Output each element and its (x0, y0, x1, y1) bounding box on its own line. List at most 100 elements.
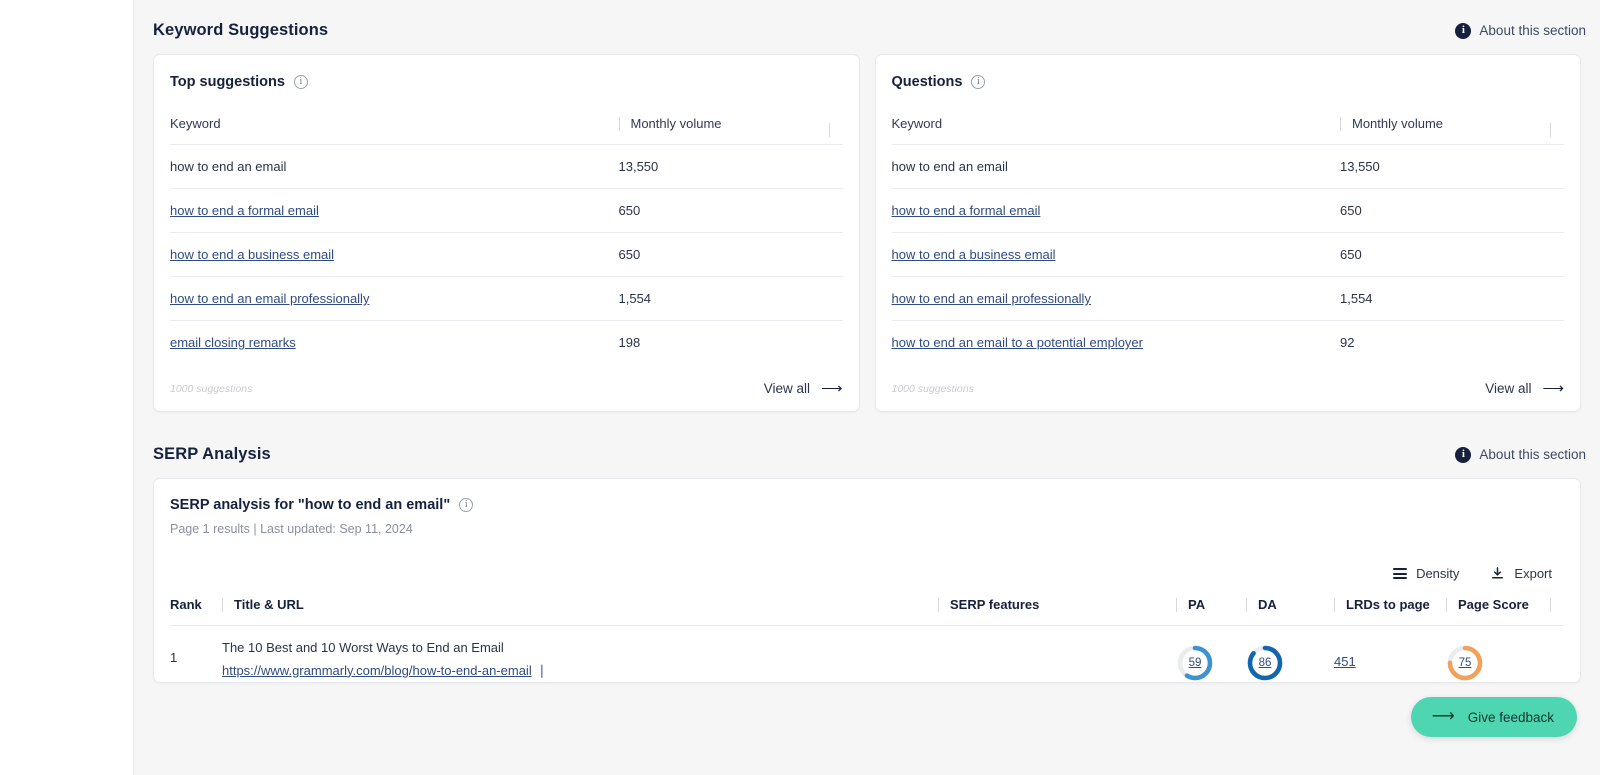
questions-body: how to end an email 13,550 how to end a … (891, 144, 1565, 365)
density-button[interactable]: Density (1393, 566, 1459, 581)
cell-keyword: how to end a business email (891, 232, 1340, 277)
table-row[interactable]: how to end a formal email 650 (170, 188, 843, 233)
give-feedback-label: Give feedback (1467, 709, 1554, 725)
column-header-keyword[interactable]: Keyword (170, 116, 619, 145)
serp-toolbar: Density Export (170, 566, 1564, 581)
about-label: About this section (1479, 23, 1586, 38)
cell-keyword: how to end an email professionally (170, 276, 619, 321)
cell-volume: 13,550 (1340, 144, 1550, 189)
keyword-link[interactable]: how to end a business email (892, 247, 1056, 262)
serp-analysis-card: SERP analysis for "how to end an email" … (153, 478, 1581, 683)
keyword-link[interactable]: how to end an email to a potential emplo… (892, 335, 1144, 350)
serp-results-table: Rank Title & URL SERP features PA DA LRD… (170, 597, 1564, 682)
questions-title-row: Questions i (892, 74, 1565, 90)
column-header-keyword[interactable]: Keyword (891, 116, 1340, 145)
top-suggestions-card: Top suggestions i Keyword Monthly volume (153, 54, 860, 412)
serp-header-row: Rank Title & URL SERP features PA DA LRD… (170, 597, 1564, 626)
main-content: Keyword Suggestions i About this section… (134, 0, 1600, 775)
keyword-link[interactable]: how to end a formal email (170, 203, 319, 218)
info-outline-icon[interactable]: i (459, 498, 474, 512)
column-header-page-score[interactable]: Page Score (1446, 597, 1550, 626)
keyword-suggestions-header: Keyword Suggestions i About this section (134, 21, 1600, 40)
table-header-row: Keyword Monthly volume (170, 116, 843, 145)
info-outline-icon[interactable]: i (971, 75, 986, 89)
keyword-link[interactable]: email closing remarks (170, 335, 296, 350)
cell-volume: 650 (1340, 232, 1550, 277)
keyword-link[interactable]: how to end an email professionally (170, 291, 369, 306)
density-icon (1393, 568, 1408, 579)
keyword-cards-row: Top suggestions i Keyword Monthly volume (134, 54, 1600, 412)
column-divider (1340, 116, 1341, 131)
table-row[interactable]: how to end an email professionally 1,554 (170, 276, 843, 321)
column-divider (222, 597, 223, 612)
table-row[interactable]: how to end a formal email 650 (891, 188, 1564, 233)
table-row[interactable]: 1 The 10 Best and 10 Worst Ways to End a… (170, 626, 1564, 683)
table-row[interactable]: how to end a business email 650 (170, 232, 843, 277)
column-divider (1550, 597, 1551, 612)
arrow-right-icon: ⟶ (1431, 708, 1455, 725)
table-row[interactable]: email closing remarks 198 (170, 321, 843, 365)
column-header-serp-features[interactable]: SERP features (938, 597, 1176, 626)
export-button[interactable]: Export (1490, 566, 1552, 581)
cell-volume: 198 (618, 335, 641, 350)
lrds-value[interactable]: 451 (1334, 654, 1356, 669)
column-header-endcap (1550, 116, 1564, 145)
column-header-title-url[interactable]: Title & URL (222, 597, 938, 626)
column-header-lrds[interactable]: LRDs to page (1334, 597, 1446, 626)
arrow-right-icon: ⟶ (1542, 380, 1564, 397)
external-link-icon[interactable]: ⎪ (538, 665, 546, 678)
about-this-section-keywords[interactable]: i About this section (1455, 22, 1586, 39)
page-score-value[interactable]: 75 (1446, 644, 1484, 682)
questions-table: Keyword Monthly volume how to end an ema… (891, 116, 1565, 365)
questions-title: Questions (891, 74, 963, 90)
cell-volume: 650 (1340, 188, 1550, 233)
cell-serp-features (938, 626, 1176, 683)
view-all-label: View all (763, 381, 810, 396)
cell-rank: 1 (170, 650, 178, 665)
cell-pa: 59 (1176, 626, 1246, 683)
cell-volume: 92 (1340, 335, 1355, 350)
cell-da: 86 (1246, 626, 1334, 683)
column-header-monthly-volume[interactable]: Monthly volume (1340, 116, 1550, 145)
serp-results-body: 1 The 10 Best and 10 Worst Ways to End a… (170, 626, 1564, 683)
table-row[interactable]: how to end a business email 650 (891, 232, 1564, 277)
table-row[interactable]: how to end an email 13,550 (891, 144, 1564, 189)
column-header-pa[interactable]: PA (1176, 597, 1246, 626)
top-suggestions-body: how to end an email 13,550 how to end a … (170, 144, 843, 365)
suggestions-count: 1000 suggestions (891, 382, 974, 395)
info-filled-icon: i (1455, 22, 1472, 39)
cell-lrds: 451 (1334, 626, 1446, 683)
page-score-gauge: 75 (1446, 644, 1484, 682)
left-sidebar-rail (0, 0, 134, 775)
view-all-top-suggestions[interactable]: View all ⟶ (764, 381, 843, 396)
info-filled-icon: i (1455, 446, 1472, 463)
da-gauge: 86 (1246, 644, 1284, 682)
result-url-link[interactable]: https://www.grammarly.com/blog/how-to-en… (222, 662, 532, 681)
serp-card-title-row: SERP analysis for "how to end an email" … (170, 497, 1564, 513)
info-outline-icon[interactable]: i (293, 75, 308, 89)
cell-keyword: how to end a business email (170, 232, 619, 277)
table-row[interactable]: how to end an email 13,550 (170, 144, 843, 189)
questions-card: Questions i Keyword Monthly volume how t… (874, 54, 1581, 412)
give-feedback-button[interactable]: ⟶ Give feedback (1410, 697, 1577, 737)
keyword-link[interactable]: how to end an email professionally (892, 291, 1091, 306)
table-row[interactable]: how to end an email professionally 1,554 (891, 276, 1564, 321)
pa-value[interactable]: 59 (1176, 644, 1214, 682)
table-row[interactable]: how to end an email to a potential emplo… (892, 321, 1565, 365)
keyword-link[interactable]: how to end a business email (170, 247, 334, 262)
top-suggestions-table: Keyword Monthly volume how to end an ema… (170, 116, 843, 364)
download-icon (1490, 566, 1505, 581)
view-all-questions[interactable]: View all ⟶ (1485, 381, 1564, 396)
cell-volume: 13,550 (618, 144, 829, 189)
column-header-endcap (1550, 597, 1564, 626)
about-this-section-serp[interactable]: i About this section (1455, 446, 1586, 463)
column-header-monthly-volume[interactable]: Monthly volume (618, 116, 829, 145)
serp-subtitle: Page 1 results | Last updated: Sep 11, 2… (170, 522, 413, 536)
serp-analysis-header: SERP Analysis i About this section (134, 445, 1600, 464)
cell-keyword: how to end a formal email (170, 188, 619, 233)
column-header-rank[interactable]: Rank (170, 597, 222, 626)
column-divider (618, 116, 620, 131)
keyword-link[interactable]: how to end a formal email (892, 203, 1041, 218)
da-value[interactable]: 86 (1246, 644, 1284, 682)
column-header-da[interactable]: DA (1246, 597, 1334, 626)
